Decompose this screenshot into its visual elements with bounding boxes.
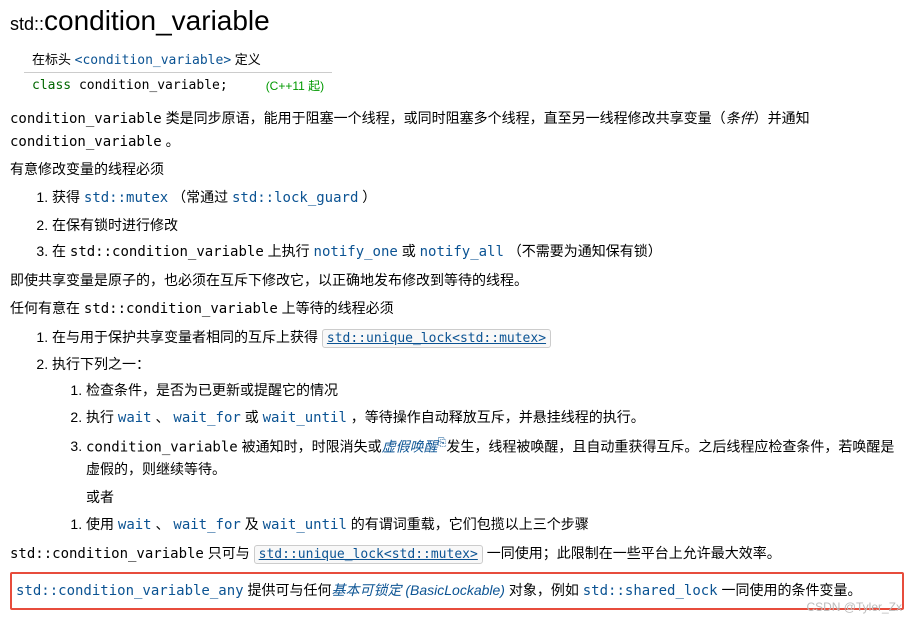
highlight-box: std::condition_variable_any 提供可与任何基本可锁定 … [10,572,904,611]
shared-lock-link[interactable]: std::shared_lock [583,583,718,599]
definition-table: 在标头 <condition_variable> 定义 class condit… [24,45,332,98]
intro-code-1: condition_variable [10,111,162,127]
wait-sublist: 检查条件，是否为已更新或提醒它的情况 执行 wait 、 wait_for 或 … [86,380,904,480]
wait-for-link[interactable]: wait_for [173,410,240,426]
wait-link-2[interactable]: wait [118,517,152,533]
wait-until-link[interactable]: wait_until [263,410,347,426]
wait-link[interactable]: wait [118,410,152,426]
modify-item-1: 获得 std::mutex （常通过 std::lock_guard ） [52,187,904,210]
footer-p2: std::condition_variable_any 提供可与任何基本可锁定 … [16,580,898,603]
intro-paragraph: condition_variable 类是同步原语，能用于阻塞一个线程，或同时阻… [10,108,904,153]
wait-item-1: 在与用于保护共享变量者相同的互斥上获得 std::unique_lock<std… [52,327,904,349]
page-title: std::condition_variable [10,5,904,37]
modify-list: 获得 std::mutex （常通过 std::lock_guard ） 在保有… [52,187,904,264]
wait-alt-1: 使用 wait 、 wait_for 及 wait_until 的有谓词重载，它… [86,514,904,537]
modify-heading: 有意修改变量的线程必须 [10,159,904,181]
spurious-wakeup-link[interactable]: 虚假唤醒 [382,438,438,454]
wait-list: 在与用于保护共享变量者相同的互斥上获得 std::unique_lock<std… [52,327,904,481]
modify-item-2: 在保有锁时进行修改 [52,215,904,237]
notify-all-link[interactable]: notify_all [420,244,504,260]
footer-p1: std::condition_variable 只可与 std::unique_… [10,543,904,566]
notify-one-link[interactable]: notify_one [314,244,398,260]
or-label: 或者 [86,487,904,509]
since-label: (C++11 起) [266,79,324,93]
atomic-note: 即使共享变量是原子的，也必须在互斥下修改它，以正确地发布修改到等待的线程。 [10,270,904,292]
wait-sub-2: 执行 wait 、 wait_for 或 wait_until ，等待操作自动释… [86,407,904,430]
unique-lock-box-1[interactable]: std::unique_lock<std::mutex> [322,329,551,348]
decl-name: condition_variable [71,78,220,93]
basic-lockable-link[interactable]: 基本可锁定 (BasicLockable) [331,582,505,598]
header-prefix: 在标头 [32,52,75,67]
watermark: CSDN @Tyler_Zx [806,600,902,614]
wait-for-link-2[interactable]: wait_for [173,517,240,533]
title-prefix: std:: [10,14,44,34]
unique-lock-box-2[interactable]: std::unique_lock<std::mutex> [254,545,483,564]
decl-semi: ; [220,78,228,93]
wait-alt-list: 使用 wait 、 wait_for 及 wait_until 的有谓词重载，它… [86,514,904,537]
mutex-link[interactable]: std::mutex [84,190,168,206]
header-suffix: 定义 [231,52,261,67]
header-link[interactable]: <condition_variable> [75,53,232,68]
wait-sub-3: condition_variable 被通知时，时限消失或虚假唤醒⎘发生，线程被… [86,435,904,481]
wait-until-link-2[interactable]: wait_until [263,517,347,533]
intro-code-2: condition_variable [10,134,162,150]
wait-item-2: 执行下列之一： [52,354,904,376]
decl-keyword: class [32,78,71,93]
wait-heading: 任何有意在 std::condition_variable 上等待的线程必须 [10,298,904,321]
wait-sub-1: 检查条件，是否为已更新或提醒它的情况 [86,380,904,402]
condition-variable-any-link[interactable]: std::condition_variable_any [16,583,244,599]
lock-guard-link[interactable]: std::lock_guard [232,190,358,206]
title-name: condition_variable [44,5,270,36]
modify-item-3: 在 std::condition_variable 上执行 notify_one… [52,241,904,264]
